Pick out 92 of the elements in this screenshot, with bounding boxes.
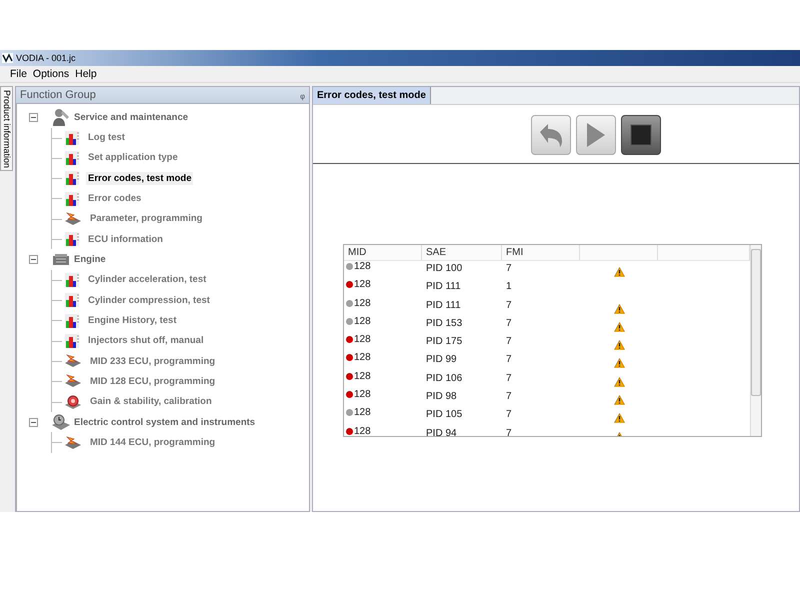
warning-icon	[614, 340, 624, 350]
column-header[interactable]: SAE	[422, 245, 502, 261]
table-cell-text: PID 153	[425, 316, 464, 329]
scrollbar[interactable]	[750, 245, 761, 436]
table-cell-text: 7	[505, 298, 513, 311]
side-tab[interactable]: Product information	[0, 86, 13, 171]
chart-icon	[64, 190, 80, 207]
mechanic-icon	[51, 107, 71, 128]
warning-icon	[614, 267, 624, 277]
table-cell-text: 7	[505, 390, 513, 402]
table-cell-text: 7	[505, 408, 513, 420]
chart-icon	[64, 231, 80, 248]
table-cell-text: PID 99	[425, 353, 458, 366]
table-cell-text: 7	[505, 316, 513, 329]
lightning-chip-icon	[64, 353, 82, 370]
table-cell-text: 7	[505, 353, 513, 366]
pin-icon[interactable]: ᵩ	[300, 89, 305, 101]
table-cell-text: PID 106	[425, 372, 464, 384]
table-cell: 128	[354, 316, 371, 327]
chart-icon	[64, 150, 80, 166]
chart-icon	[64, 130, 80, 146]
tree-item[interactable]: Injectors shut off, manual	[86, 334, 206, 348]
tree-item[interactable]: Gain & stability, calibration	[88, 395, 214, 408]
table-cell-text: PID 105	[425, 408, 464, 420]
clock-device-icon	[51, 413, 71, 432]
tree-item[interactable]: MID 128 ECU, programming	[88, 374, 218, 388]
table-cell-text: 1	[505, 280, 513, 292]
menu-item[interactable]: Help	[75, 68, 97, 80]
menu-item[interactable]: File	[10, 68, 27, 80]
tree-group[interactable]: Engine	[74, 254, 106, 266]
panel-title: Function Group	[20, 89, 96, 101]
warning-icon	[614, 322, 624, 332]
table-cell: 128	[354, 352, 371, 364]
table-cell-text: 7	[505, 262, 513, 274]
table-cell: 128	[354, 279, 371, 290]
chart-icon	[64, 312, 80, 329]
warning-icon	[614, 413, 624, 424]
lightning-chip-icon	[64, 373, 82, 390]
column-header[interactable]: FMI	[502, 245, 580, 261]
tree-item[interactable]: MID 144 ECU, programming	[88, 436, 218, 449]
column-header[interactable]: MID	[344, 245, 422, 261]
tree-group[interactable]: Service and maintenance	[74, 112, 188, 123]
table-cell: 128	[354, 407, 371, 418]
warning-icon	[614, 395, 624, 406]
lightning-chip-icon	[64, 210, 82, 227]
table-cell-text: PID 94	[425, 426, 458, 436]
table-cell: 128	[354, 370, 371, 382]
warning-icon	[614, 376, 624, 387]
tree-item[interactable]: Error codes, test mode	[86, 172, 194, 185]
chart-icon	[64, 272, 80, 288]
collapse-toggle[interactable]	[29, 255, 38, 264]
table-cell: 128	[354, 334, 371, 346]
tree-item[interactable]: MID 233 ECU, programming	[88, 354, 218, 368]
tab[interactable]: Error codes, test mode	[313, 87, 431, 104]
collapse-toggle[interactable]	[29, 112, 38, 122]
warning-icon	[614, 304, 624, 314]
play-icon	[586, 122, 606, 148]
table-cell-text: PID 111	[425, 298, 462, 311]
tree-item[interactable]: Error codes	[86, 192, 144, 206]
table-cell-text: PID 175	[425, 335, 464, 348]
tree-item[interactable]: ECU information	[86, 232, 165, 246]
chart-icon	[64, 170, 80, 186]
table-cell: 128	[354, 261, 371, 272]
tree-item[interactable]: Parameter, programming	[88, 212, 204, 226]
table-cell-text: PID 98	[425, 390, 458, 402]
tree-item[interactable]: Cylinder compression, test	[86, 294, 212, 307]
warning-icon	[614, 358, 624, 368]
lightning-chip-icon	[64, 434, 82, 450]
chart-icon	[64, 292, 80, 308]
table-cell-text: PID 100	[425, 262, 464, 274]
gauge-icon	[64, 394, 82, 410]
tree-item[interactable]: Set application type	[86, 151, 180, 164]
menu-item[interactable]: Options	[32, 68, 70, 80]
tree-item[interactable]: Log test	[86, 131, 127, 144]
table-cell: 128	[354, 298, 371, 309]
table-cell: 128	[354, 389, 371, 400]
tree-group[interactable]: Electric control system and instruments	[74, 416, 256, 428]
stop-button[interactable]	[621, 115, 661, 155]
engine-icon	[51, 252, 71, 268]
table-cell-text: 7	[505, 372, 513, 384]
tree-item[interactable]: Cylinder acceleration, test	[86, 273, 208, 286]
table-cell-text: PID 111	[425, 280, 462, 292]
table-cell-text: 7	[505, 426, 513, 436]
table-cell: 128	[354, 426, 371, 436]
table-cell-text: 7	[505, 335, 513, 348]
collapse-toggle[interactable]	[29, 418, 38, 427]
app-logo-icon	[2, 53, 13, 63]
chart-icon	[64, 332, 80, 349]
window-title: VODIA - 001.jc	[16, 53, 76, 63]
undo-arrow-icon	[538, 123, 564, 147]
stop-icon	[630, 124, 652, 146]
tree-item[interactable]: Engine History, test	[86, 314, 179, 328]
